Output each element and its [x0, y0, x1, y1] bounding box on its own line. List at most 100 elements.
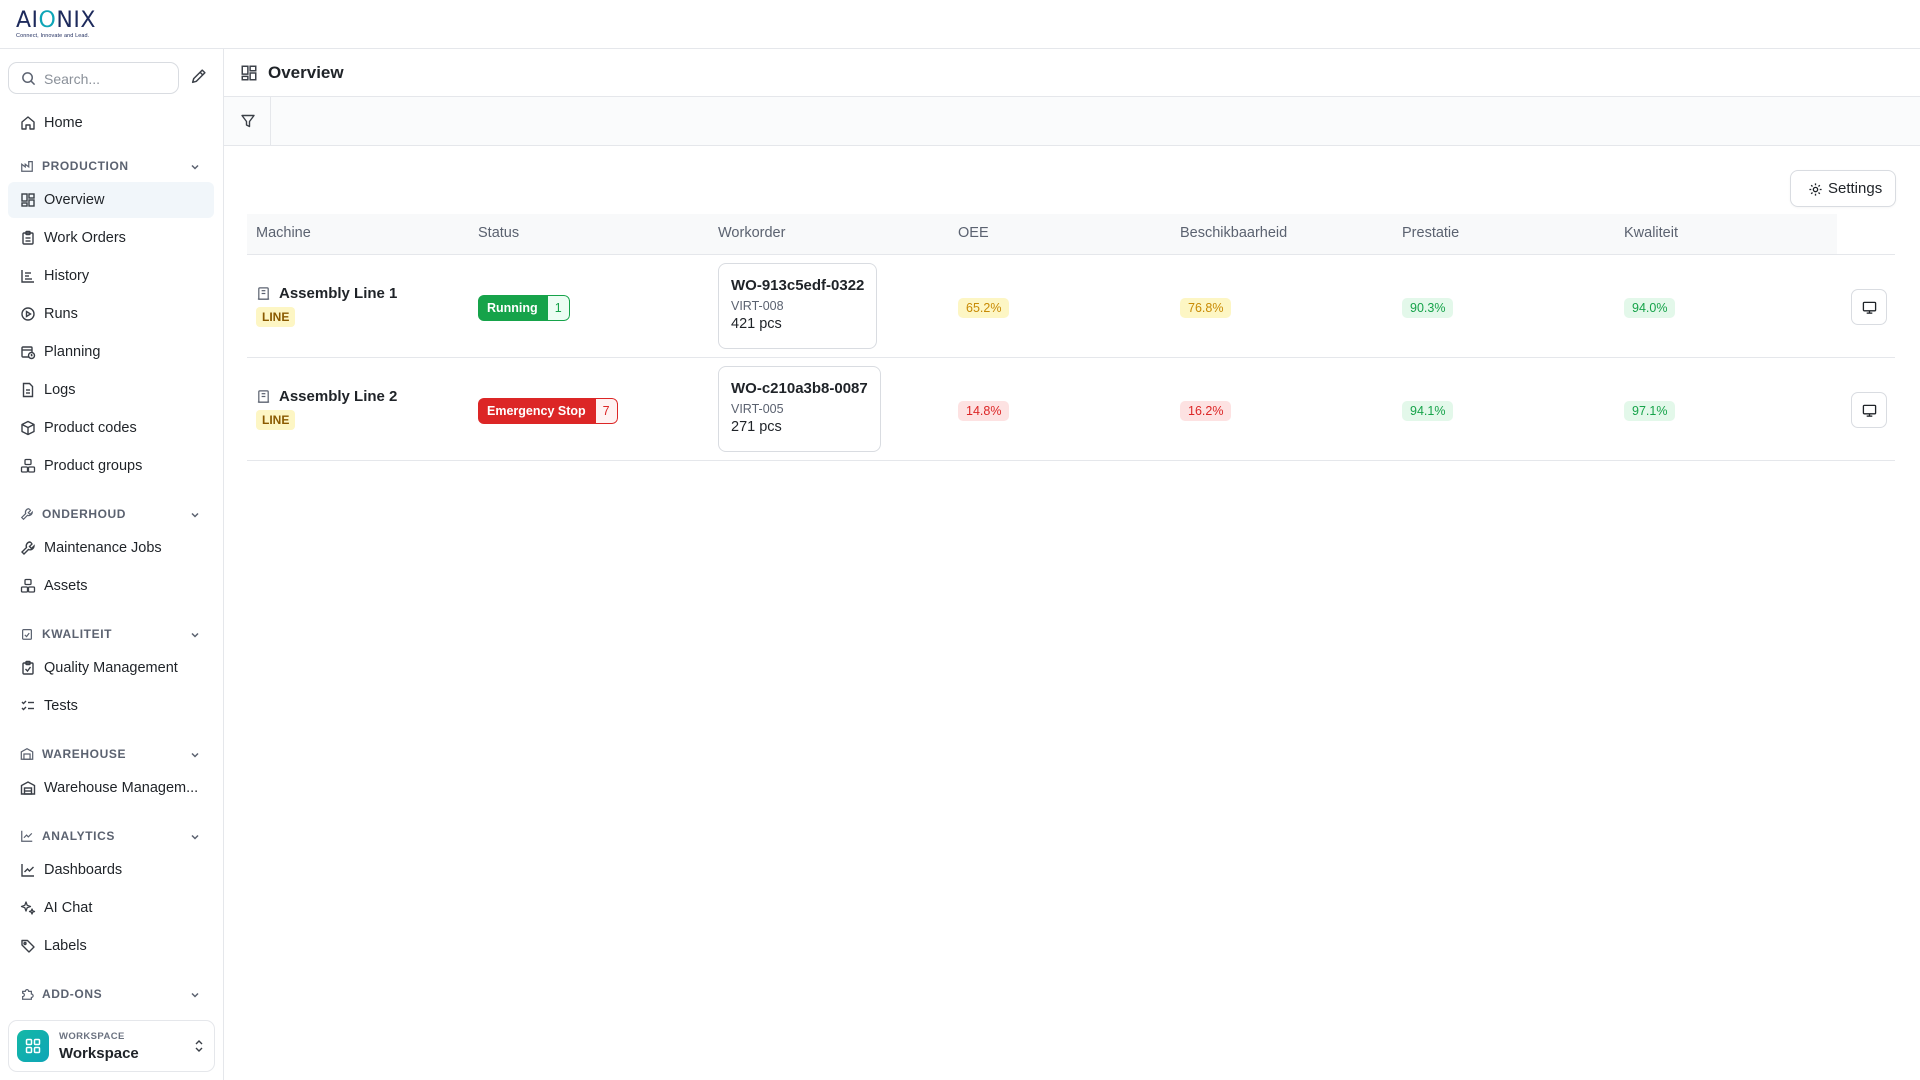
wrench-icon	[20, 507, 34, 521]
sidebar-item-planning[interactable]: Planning	[8, 334, 214, 370]
wrench-icon	[20, 540, 36, 556]
workorder-product: VIRT-008	[731, 299, 784, 313]
search-icon	[21, 71, 36, 89]
line-chart-icon	[20, 862, 36, 878]
page-header: Overview	[224, 49, 1920, 97]
sidebar-item-logs[interactable]: Logs	[8, 372, 214, 408]
line-chart-icon	[20, 829, 34, 843]
chevron-down-icon	[189, 160, 201, 172]
monitor-button[interactable]	[1851, 289, 1887, 325]
machine-name[interactable]: Assembly Line 1	[279, 285, 397, 302]
grid-icon	[25, 1038, 41, 1054]
workorder-product: VIRT-005	[731, 402, 784, 416]
filter-button[interactable]	[224, 97, 271, 145]
sidebar-item-label: Runs	[44, 306, 78, 322]
filter-bar	[224, 97, 1920, 146]
status-badge[interactable]: Running 1	[478, 295, 570, 321]
sidebar-item-overview[interactable]: Overview	[8, 182, 214, 218]
column-header-oee[interactable]: OEE	[958, 225, 989, 241]
chevron-down-icon	[189, 628, 201, 640]
prestatie-value: 94.1%	[1402, 401, 1454, 421]
sidebar-item-quality-management[interactable]: Quality Management	[8, 650, 214, 686]
sidebar-item-history[interactable]: History	[8, 258, 214, 294]
sidebar-item-dashboards[interactable]: Dashboards	[8, 852, 214, 888]
edit-pencil-icon[interactable]	[190, 68, 208, 86]
table-row[interactable]: Assembly Line 2 LINE Emergency Stop 7 WO…	[247, 358, 1895, 461]
sidebar: Home PRODUCTION Overview Work Orders His…	[0, 49, 224, 1080]
sidebar-item-label: Assets	[44, 578, 88, 594]
section-add-ons[interactable]: ADD-ONS	[8, 982, 214, 1006]
column-header-machine[interactable]: Machine	[256, 225, 311, 241]
machine-icon	[256, 389, 271, 407]
sidebar-item-label: Labels	[44, 938, 87, 954]
sidebar-item-warehouse-management[interactable]: Warehouse Managem...	[8, 770, 214, 806]
sidebar-item-label: Product codes	[44, 420, 137, 436]
prestatie-value: 90.3%	[1402, 298, 1454, 318]
settings-button[interactable]: Settings	[1790, 170, 1896, 207]
status-badge[interactable]: Emergency Stop 7	[478, 398, 618, 424]
sidebar-item-label: Planning	[44, 344, 101, 360]
sidebar-item-work-orders[interactable]: Work Orders	[8, 220, 214, 256]
section-onderhoud[interactable]: ONDERHOUD	[8, 502, 214, 526]
status-label: Emergency Stop	[478, 398, 595, 424]
sidebar-item-label: Overview	[44, 192, 105, 208]
workorder-quantity: 271 pcs	[731, 419, 782, 435]
calendar-clock-icon	[20, 344, 36, 360]
kwaliteit-value: 97.1%	[1624, 401, 1676, 421]
package-icon	[20, 420, 36, 436]
oee-value: 65.2%	[958, 298, 1010, 318]
sidebar-item-home[interactable]: Home	[8, 105, 214, 141]
workspace-switcher[interactable]: WORKSPACE Workspace	[8, 1020, 215, 1072]
sidebar-item-assets[interactable]: Assets	[8, 568, 214, 604]
table-header: Machine Status Workorder OEE Beschikbaar…	[247, 214, 1895, 255]
sidebar-item-labels[interactable]: Labels	[8, 928, 214, 964]
machine-name[interactable]: Assembly Line 2	[279, 388, 397, 405]
section-label: KWALITEIT	[42, 627, 113, 641]
sidebar-item-tests[interactable]: Tests	[8, 688, 214, 724]
beschikbaarheid-value: 16.2%	[1180, 401, 1232, 421]
workspace-caption: WORKSPACE	[59, 1031, 125, 1042]
workorder-card[interactable]: WO-c210a3b8-0087 VIRT-005 271 pcs	[718, 366, 881, 452]
sidebar-item-product-codes[interactable]: Product codes	[8, 410, 214, 446]
factory-icon	[20, 159, 34, 173]
search-box[interactable]	[8, 62, 179, 94]
sidebar-item-label: Warehouse Managem...	[44, 780, 199, 796]
search-input[interactable]	[44, 69, 169, 89]
boxes-icon	[20, 458, 36, 474]
monitor-button[interactable]	[1851, 392, 1887, 428]
section-kwaliteit[interactable]: KWALITEIT	[8, 622, 214, 646]
sidebar-item-ai-chat[interactable]: AI Chat	[8, 890, 214, 926]
sidebar-item-runs[interactable]: Runs	[8, 296, 214, 332]
sparkles-icon	[20, 900, 36, 916]
home-icon	[20, 115, 36, 131]
monitor-icon	[1862, 301, 1877, 314]
column-header-beschikbaarheid[interactable]: Beschikbaarheid	[1180, 225, 1287, 241]
column-header-status[interactable]: Status	[478, 225, 519, 241]
sidebar-item-label: Work Orders	[44, 230, 126, 246]
sidebar-item-label: Home	[44, 115, 83, 131]
sidebar-item-maintenance-jobs[interactable]: Maintenance Jobs	[8, 530, 214, 566]
logo-tagline: Connect, Innovate and Lead.	[16, 33, 90, 39]
column-header-prestatie[interactable]: Prestatie	[1402, 225, 1459, 241]
column-header-kwaliteit[interactable]: Kwaliteit	[1624, 225, 1678, 241]
sidebar-item-label: AI Chat	[44, 900, 93, 916]
section-warehouse[interactable]: WAREHOUSE	[8, 742, 214, 766]
chevron-down-icon	[189, 748, 201, 760]
logo-text: AIONIX	[16, 8, 96, 33]
grid-icon	[240, 64, 258, 85]
monitor-icon	[1862, 404, 1877, 417]
sidebar-item-label: Quality Management	[44, 660, 178, 676]
column-header-workorder[interactable]: Workorder	[718, 225, 785, 241]
sidebar-item-label: Logs	[44, 382, 76, 398]
section-analytics[interactable]: ANALYTICS	[8, 824, 214, 848]
section-production[interactable]: PRODUCTION	[8, 154, 214, 178]
aionix-logo[interactable]: AIONIX Connect, Innovate and Lead.	[16, 9, 96, 40]
sidebar-item-label: Dashboards	[44, 862, 123, 878]
sidebar-item-product-groups[interactable]: Product groups	[8, 448, 214, 484]
table-row[interactable]: Assembly Line 1 LINE Running 1 WO-913c5e…	[247, 255, 1895, 358]
workorder-card[interactable]: WO-913c5edf-0322 VIRT-008 421 pcs	[718, 263, 878, 349]
chevron-down-icon	[189, 508, 201, 520]
gear-icon	[1809, 183, 1822, 196]
grid-icon	[20, 192, 36, 208]
warehouse-icon	[20, 747, 34, 761]
